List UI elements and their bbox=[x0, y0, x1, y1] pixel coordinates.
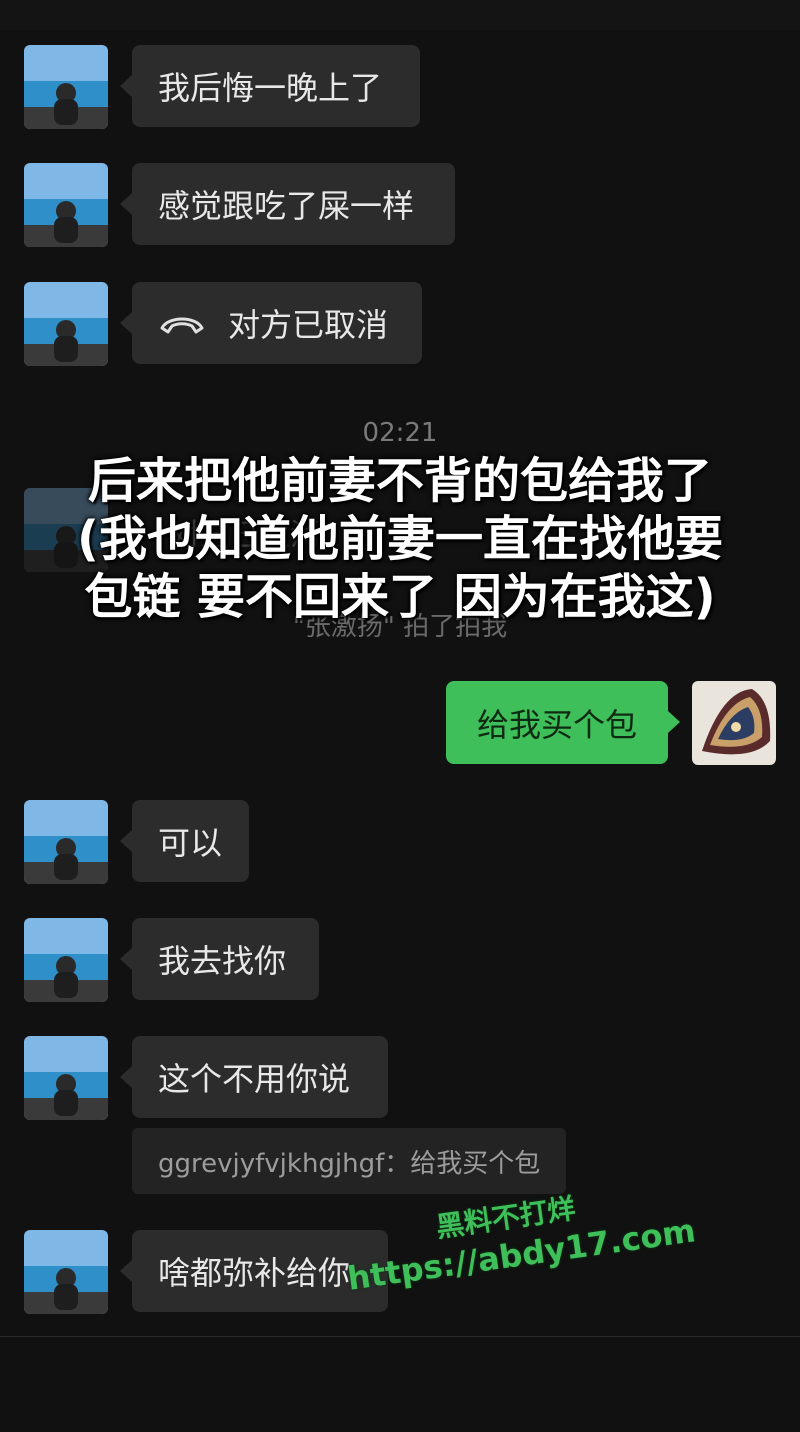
message-text: 给我买个包 bbox=[476, 705, 637, 744]
quoted-message[interactable]: ggrevjyfvjkhgjhgf：给我买个包 bbox=[132, 1128, 567, 1194]
overlay-caption-line: 包链 要不回来了 因为在我这) bbox=[84, 569, 716, 625]
call-cancelled-bubble[interactable]: 对方已取消 bbox=[120, 282, 422, 364]
message-text: 对方已取消 bbox=[228, 306, 389, 344]
contact-avatar[interactable] bbox=[24, 918, 108, 1002]
message-text: 我去找你 bbox=[158, 942, 287, 980]
contact-avatar[interactable] bbox=[24, 1230, 108, 1314]
message-text: 我后悔一晚上了 bbox=[158, 69, 383, 107]
my-avatar[interactable] bbox=[692, 681, 776, 765]
message-text: 感觉跟吃了屎一样 bbox=[158, 187, 415, 225]
message-bubble[interactable]: 可以 bbox=[120, 800, 249, 882]
quoted-message-text: ggrevjyfvjkhgjhgf：给我买个包 bbox=[158, 1148, 541, 1179]
contact-avatar[interactable] bbox=[24, 282, 108, 366]
contact-avatar[interactable] bbox=[24, 800, 108, 884]
message-bubble[interactable]: 我去找你 bbox=[120, 918, 319, 1000]
message-bubble[interactable]: 这个不用你说 bbox=[120, 1036, 388, 1118]
top-bar bbox=[0, 0, 800, 30]
timestamp: 02:21 bbox=[362, 418, 438, 448]
message-text: 这个不用你说 bbox=[158, 1060, 351, 1098]
divider bbox=[0, 1336, 800, 1337]
my-message-bubble[interactable]: 给我买个包 bbox=[446, 681, 680, 764]
contact-avatar[interactable] bbox=[24, 1036, 108, 1120]
overlay-caption-line: (我也知道他前妻一直在找他要 bbox=[77, 511, 723, 567]
message-bubble[interactable]: 感觉跟吃了屎一样 bbox=[120, 163, 455, 245]
phone-hangup-icon bbox=[158, 308, 206, 338]
contact-avatar[interactable] bbox=[24, 163, 108, 247]
overlay-caption: 后来把他前妻不背的包给我了 (我也知道他前妻一直在找他要 包链 要不回来了 因为… bbox=[0, 452, 800, 626]
contact-avatar[interactable] bbox=[24, 45, 108, 129]
message-text: 可以 bbox=[158, 824, 223, 862]
overlay-caption-line: 后来把他前妻不背的包给我了 bbox=[87, 453, 712, 509]
watermark: 黑料不打烊 https://abdy17.com bbox=[340, 1178, 698, 1333]
message-bubble[interactable]: 我后悔一晚上了 bbox=[120, 45, 420, 127]
message-text: 啥都弥补给你 bbox=[158, 1254, 351, 1292]
